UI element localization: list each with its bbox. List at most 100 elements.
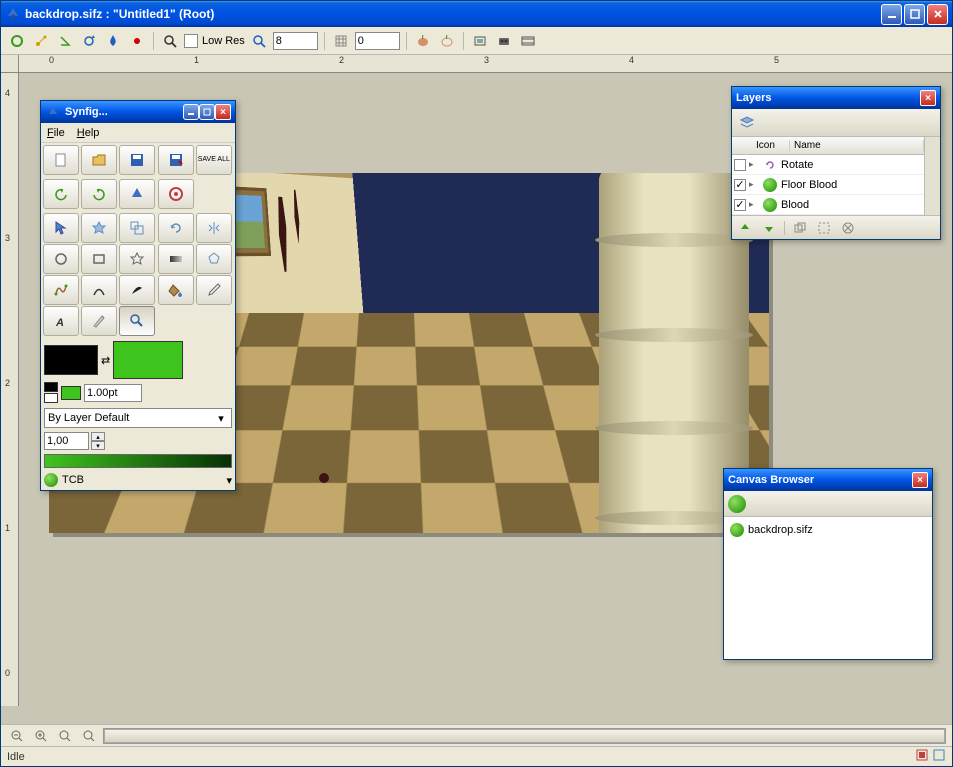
layer-delete-button[interactable] xyxy=(839,219,857,237)
save-as-button[interactable] xyxy=(158,145,194,175)
lowres-checkbox[interactable] xyxy=(184,34,198,48)
smooth-move-tool[interactable] xyxy=(81,213,117,243)
scale-tool[interactable] xyxy=(119,213,155,243)
canvas-browser-panel[interactable]: Canvas Browser × backdrop.sifz xyxy=(723,468,933,660)
fill-color-swatch[interactable] xyxy=(113,341,183,379)
toolbox-close-button[interactable]: × xyxy=(215,104,231,120)
layer-expand-icon[interactable]: ▸ xyxy=(749,199,759,210)
canvas-browser-titlebar[interactable]: Canvas Browser × xyxy=(724,469,932,491)
layers-panel[interactable]: Layers × Icon Name ▸ Rotate ✓ ▸ xyxy=(731,86,941,240)
canvas-browser-close-button[interactable]: × xyxy=(912,472,928,488)
polygon-tool[interactable] xyxy=(196,244,232,274)
canvas-root-icon[interactable] xyxy=(728,495,746,513)
zoom-out-icon[interactable] xyxy=(7,726,27,746)
tool-circle-green-icon[interactable] xyxy=(7,31,27,51)
save-all-button[interactable]: SAVE ALL xyxy=(196,145,232,175)
render-icon[interactable] xyxy=(494,31,514,51)
gradient-bar[interactable] xyxy=(44,454,232,468)
layer-up-button[interactable] xyxy=(736,219,754,237)
zoom-in-icon[interactable] xyxy=(31,726,51,746)
width-tool[interactable] xyxy=(119,275,155,305)
zoom-tool-icon[interactable] xyxy=(160,31,180,51)
redo-button[interactable] xyxy=(81,179,117,209)
grid-icon[interactable] xyxy=(331,31,351,51)
canvas-item[interactable]: backdrop.sifz xyxy=(730,523,926,537)
synfig-about-icon[interactable] xyxy=(119,179,155,209)
col-icon[interactable]: Icon xyxy=(752,140,790,151)
layers-close-button[interactable]: × xyxy=(920,90,936,106)
ruler-horizontal[interactable]: 0 1 2 3 4 5 xyxy=(19,55,952,73)
fill-tool[interactable] xyxy=(158,275,194,305)
undo-button[interactable] xyxy=(43,179,79,209)
h-scrollbar[interactable] xyxy=(103,728,946,744)
tool-angle-icon[interactable] xyxy=(55,31,75,51)
layer-down-button[interactable] xyxy=(760,219,778,237)
default-white-swatch[interactable] xyxy=(44,393,58,403)
layer-row[interactable]: ▸ Rotate xyxy=(732,155,924,175)
close-button[interactable] xyxy=(927,4,948,25)
opacity-input[interactable] xyxy=(44,432,89,450)
preview-icon[interactable] xyxy=(470,31,490,51)
layer-visibility-checkbox[interactable]: ✓ xyxy=(734,199,746,211)
zoom-tool[interactable] xyxy=(119,306,155,336)
layer-expand-icon[interactable]: ▸ xyxy=(749,159,759,170)
animate-icon[interactable] xyxy=(518,31,538,51)
ruler-vertical[interactable]: 4 3 2 1 0 xyxy=(1,73,19,706)
draw-tool[interactable] xyxy=(81,275,117,305)
layers-scrollbar[interactable] xyxy=(924,137,940,215)
layer-row[interactable]: ✓ ▸ Floor Blood xyxy=(732,175,924,195)
layer-duplicate-button[interactable] xyxy=(791,219,809,237)
toolbox-maximize-button[interactable] xyxy=(199,104,215,120)
save-button[interactable] xyxy=(119,145,155,175)
menu-file[interactable]: File xyxy=(47,127,65,139)
default-black-swatch[interactable] xyxy=(44,382,58,392)
layer-group-button[interactable] xyxy=(815,219,833,237)
interp-chevron-down-icon[interactable]: ▾ xyxy=(226,474,232,487)
help-button[interactable] xyxy=(158,179,194,209)
line-width-input[interactable] xyxy=(84,384,142,402)
mirror-tool[interactable] xyxy=(196,213,232,243)
onion-prev-icon[interactable] xyxy=(413,31,433,51)
tool-red-dot-icon[interactable] xyxy=(127,31,147,51)
open-file-button[interactable] xyxy=(81,145,117,175)
transform-tool[interactable] xyxy=(43,213,79,243)
outline-color-swatch[interactable] xyxy=(44,345,98,375)
tool-loop-icon[interactable] xyxy=(79,31,99,51)
onion-next-icon[interactable] xyxy=(437,31,457,51)
eyedropper-tool[interactable] xyxy=(196,275,232,305)
layer-visibility-checkbox[interactable] xyxy=(734,159,746,171)
minimize-button[interactable] xyxy=(881,4,902,25)
layers-stack-icon[interactable] xyxy=(736,112,758,134)
text-tool[interactable]: A xyxy=(43,306,79,336)
titlebar[interactable]: backdrop.sifz : "Untitled1" (Root) xyxy=(1,1,952,27)
maximize-button[interactable] xyxy=(904,4,925,25)
col-name[interactable]: Name xyxy=(790,140,924,151)
blend-mode-dropdown[interactable]: By Layer Default ▾ xyxy=(44,408,232,428)
toolbox-panel[interactable]: Synfig... × File Help SAVE ALL xyxy=(40,100,236,491)
layers-titlebar[interactable]: Layers × xyxy=(732,87,940,109)
layer-expand-icon[interactable]: ▸ xyxy=(749,179,759,190)
grid-spin[interactable] xyxy=(355,32,400,50)
circle-tool[interactable] xyxy=(43,244,79,274)
rectangle-tool[interactable] xyxy=(81,244,117,274)
zoom-fit-icon[interactable] xyxy=(249,31,269,51)
sketch-tool[interactable] xyxy=(81,306,117,336)
layer-row[interactable]: ✓ ▸ Blood xyxy=(732,195,924,215)
layer-visibility-checkbox[interactable]: ✓ xyxy=(734,179,746,191)
quality-spin[interactable] xyxy=(273,32,318,50)
zoom-fit2-icon[interactable] xyxy=(79,726,99,746)
secondary-color-swatch[interactable] xyxy=(61,386,81,400)
star-tool[interactable] xyxy=(119,244,155,274)
swap-colors-icon[interactable]: ⇄ xyxy=(101,354,110,367)
zoom-100-icon[interactable] xyxy=(55,726,75,746)
bline-tool[interactable] xyxy=(43,275,79,305)
gradient-tool[interactable] xyxy=(158,244,194,274)
toolbox-titlebar[interactable]: Synfig... × xyxy=(41,101,235,123)
opacity-up-button[interactable]: ▴ xyxy=(91,432,105,441)
toolbox-minimize-button[interactable] xyxy=(183,104,199,120)
menu-help[interactable]: Help xyxy=(77,127,100,139)
tool-drop-icon[interactable] xyxy=(103,31,123,51)
tool-tangent-icon[interactable] xyxy=(31,31,51,51)
opacity-down-button[interactable]: ▾ xyxy=(91,441,105,450)
new-file-button[interactable] xyxy=(43,145,79,175)
